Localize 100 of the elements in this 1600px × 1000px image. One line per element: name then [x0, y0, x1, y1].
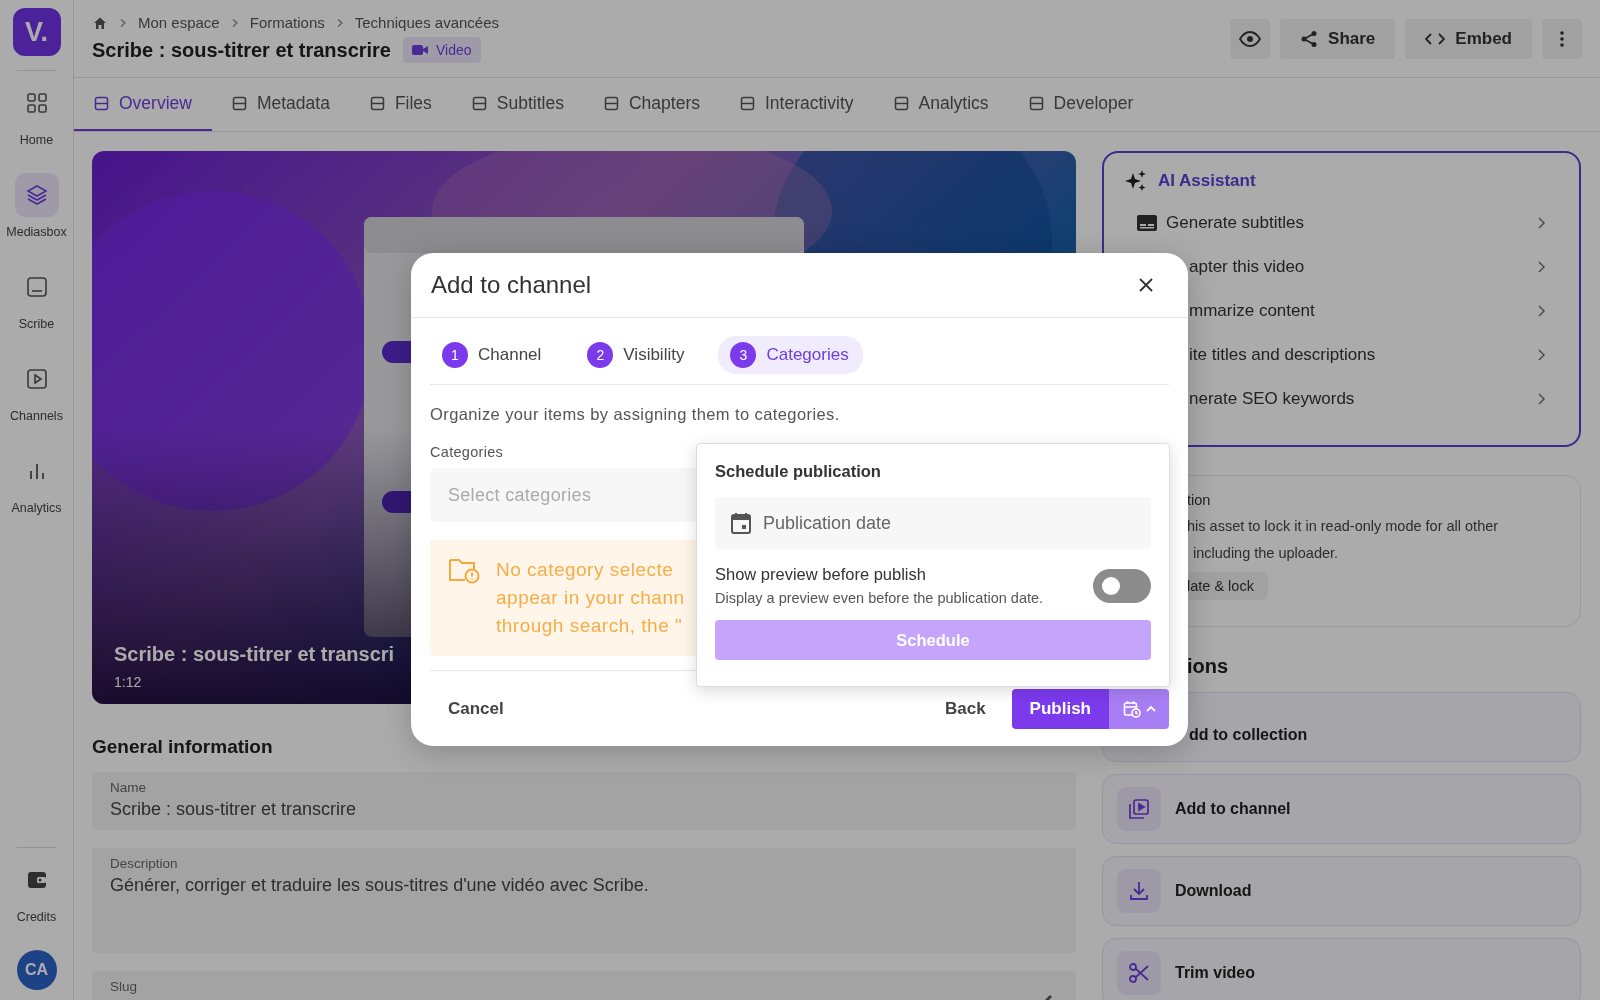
- user-avatar[interactable]: CA: [16, 950, 57, 990]
- popover-title: Schedule publication: [715, 462, 882, 481]
- card-title: tion: [1187, 492, 1212, 508]
- tab-icon: [369, 96, 385, 111]
- download-icon: [1128, 880, 1150, 902]
- tab-icon: [1028, 96, 1044, 111]
- toggle-hint: Display a preview even before the publication date.: [715, 590, 1044, 606]
- more-button[interactable]: [1542, 18, 1582, 59]
- ai-action-item[interactable]: mmarize content: [1104, 289, 1579, 333]
- back-button[interactable]: Back: [926, 690, 1004, 727]
- action-card[interactable]: Add to channel: [1102, 774, 1581, 844]
- tab[interactable]: Metadata: [211, 78, 350, 131]
- video-duration: 1:12: [114, 674, 142, 690]
- field-value: Scribe : sous-titrer et transcrire: [110, 799, 358, 820]
- warning-text: appear in your chann: [496, 586, 685, 610]
- chevron-right-icon: [1537, 393, 1545, 405]
- tab-icon: [471, 96, 487, 111]
- ai-action-item[interactable]: Generate subtitles: [1104, 201, 1579, 245]
- chevron-right-icon: [1537, 217, 1545, 229]
- step-tab[interactable]: 1 Channel: [430, 336, 556, 374]
- dialog-title: Add to channel: [431, 271, 592, 299]
- tab-icon: [604, 96, 619, 111]
- form-field[interactable]: Description Générer, corriger et traduire les sous-titres d'une vidéo avec Scribe.: [92, 848, 1076, 953]
- share-icon: [1300, 29, 1319, 48]
- sidebar-item[interactable]: Credits: [1, 858, 72, 924]
- code-icon: [1425, 31, 1446, 46]
- chevron-right-icon: [1537, 261, 1545, 273]
- card-text: including the uploader.: [1192, 545, 1340, 561]
- close-icon[interactable]: [1138, 277, 1154, 293]
- tab-icon: [231, 96, 247, 111]
- cancel-button[interactable]: Cancel: [430, 690, 522, 727]
- media-type-badge: Video: [403, 37, 481, 63]
- grid-icon: [25, 92, 48, 114]
- sidebar-item[interactable]: Channels: [1, 357, 72, 423]
- sparkles-icon: [1124, 169, 1148, 193]
- sidebar-item[interactable]: Analytics: [1, 449, 72, 515]
- form-field[interactable]: Name Scribe : sous-titrer et transcrire: [92, 772, 1076, 830]
- publish-button[interactable]: Publish: [1011, 688, 1109, 729]
- card-text: his asset to lock it in read-only mode for all other: [1187, 518, 1500, 534]
- field-label: Name: [110, 780, 147, 795]
- field-label: Categories: [430, 444, 505, 460]
- chevron-right-icon: [118, 17, 128, 28]
- action-card[interactable]: Trim video: [1102, 938, 1581, 1000]
- preview-button[interactable]: [1230, 18, 1271, 59]
- sidebar-item[interactable]: Mediasbox: [1, 173, 72, 239]
- header-action-button[interactable]: Embed: [1405, 18, 1532, 59]
- video-camera-icon: [412, 44, 428, 56]
- section-heading: ions: [1187, 655, 1230, 678]
- warning-text: through search, the ": [496, 614, 684, 638]
- preview-toggle[interactable]: [1093, 568, 1151, 603]
- layers-icon: [24, 183, 49, 207]
- tab[interactable]: Chapters: [584, 78, 720, 131]
- breadcrumb-link[interactable]: Formations: [249, 14, 325, 31]
- field-placeholder: Publication date: [763, 512, 892, 534]
- schedule-menu-button[interactable]: [1109, 688, 1169, 729]
- tab-icon: [94, 96, 109, 111]
- tab[interactable]: Developer: [1008, 78, 1154, 131]
- breadcrumb-link[interactable]: Techniques avancées: [354, 14, 499, 31]
- tab-icon: [893, 96, 909, 111]
- ai-action-item[interactable]: nerate SEO keywords: [1104, 377, 1579, 421]
- tab[interactable]: Interactivity: [720, 78, 874, 131]
- field-placeholder: Select categories: [448, 484, 592, 506]
- step-tab[interactable]: 2 Visibility: [575, 336, 699, 374]
- validate-lock-button[interactable]: late & lock: [1185, 572, 1268, 600]
- field-value: Générer, corriger et traduire les sous-titres d'une vidéo avec Scribe.: [110, 875, 650, 896]
- video-title: Scribe : sous-titrer et transcri: [114, 643, 395, 666]
- chevron-right-icon: [1537, 305, 1545, 317]
- step-tab[interactable]: 3 Categories: [718, 336, 863, 374]
- tab[interactable]: Subtitles: [451, 78, 584, 131]
- folder-alert-icon: [448, 556, 480, 584]
- sidebar-item[interactable]: Home: [1, 81, 72, 147]
- more-vertical-icon: [1560, 30, 1564, 47]
- form-field[interactable]: Slug: [92, 971, 1076, 1000]
- tab[interactable]: Files: [349, 78, 452, 131]
- card-title: AI Assistant: [1158, 171, 1256, 191]
- field-label: Slug: [110, 979, 139, 994]
- field-label: Description: [110, 856, 179, 871]
- scissors-icon: [1128, 962, 1150, 984]
- subtitles-icon: [25, 276, 48, 298]
- subtitles-icon: [1137, 215, 1157, 231]
- tab-icon: [740, 96, 755, 111]
- play-icon: [25, 368, 48, 390]
- header-action-button[interactable]: Share: [1280, 18, 1396, 59]
- caret-up-icon: [1145, 705, 1156, 712]
- tab[interactable]: Overview: [74, 78, 212, 131]
- action-card[interactable]: Download: [1102, 856, 1581, 926]
- warning-text: No category selecte: [496, 558, 675, 582]
- calendar-icon: [731, 512, 751, 534]
- ai-action-item[interactable]: apter this video: [1104, 245, 1579, 289]
- dialog-description: Organize your items by assigning them to categories.: [430, 405, 841, 424]
- ai-action-item[interactable]: ite titles and descriptions: [1104, 333, 1579, 377]
- wallet-icon: [25, 869, 48, 891]
- play-stack-icon: [1128, 798, 1150, 820]
- eye-icon: [1239, 30, 1262, 47]
- chevron-right-icon: [1537, 349, 1545, 361]
- date-field[interactable]: Publication date: [715, 497, 1151, 549]
- breadcrumb-link[interactable]: Mon espace: [138, 14, 220, 31]
- app-logo[interactable]: V.: [12, 8, 61, 56]
- tab[interactable]: Analytics: [873, 78, 1009, 131]
- sidebar-item[interactable]: Scribe: [1, 265, 72, 331]
